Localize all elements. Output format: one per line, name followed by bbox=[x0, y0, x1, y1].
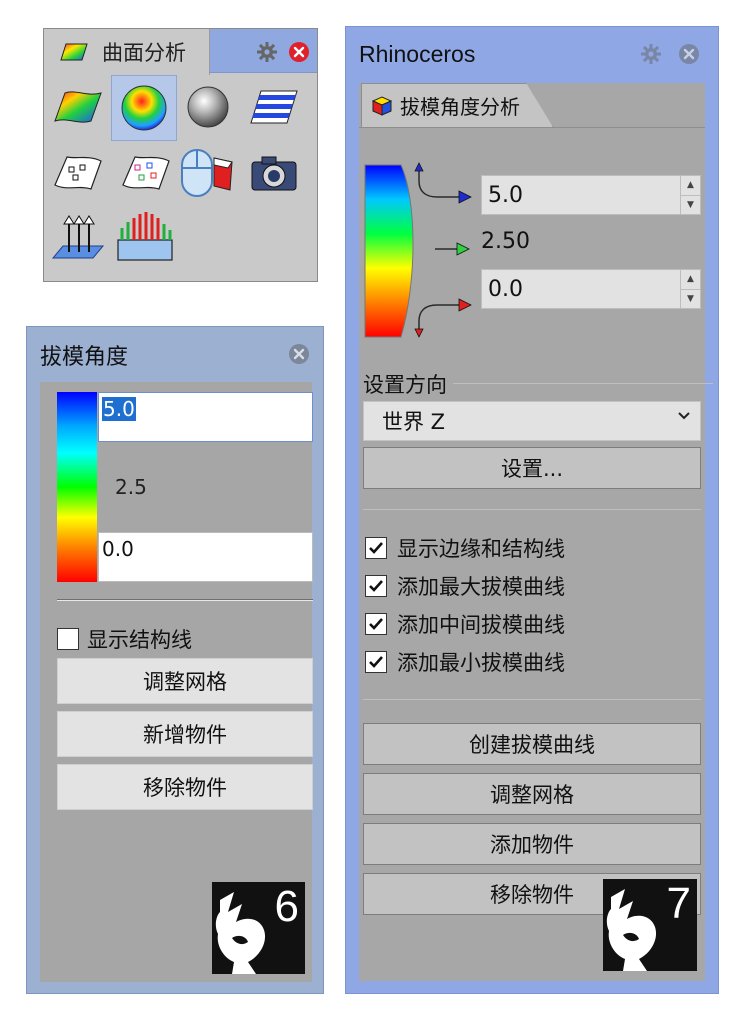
max-angle-spinner[interactable]: 5.0 ▲ ▼ bbox=[481, 175, 701, 215]
logo-version: 7 bbox=[666, 879, 691, 928]
checkbox-box bbox=[57, 628, 79, 650]
min-angle-input[interactable]: 0.0 bbox=[98, 532, 313, 582]
tab-underline bbox=[359, 127, 705, 128]
min-angle-value: 0.0 bbox=[102, 537, 134, 561]
points-on-surface-icon bbox=[54, 156, 102, 190]
max-angle-value: 5.0 bbox=[488, 182, 523, 208]
panel-body: 拔模角度分析 5.0 ▲ ▼ 2.50 0.0 ▲ ▼ 设置方向 世界 Z 设置… bbox=[359, 83, 713, 981]
section-divider bbox=[363, 699, 701, 700]
checkmark-icon bbox=[369, 580, 383, 592]
spin-down-icon[interactable]: ▼ bbox=[681, 288, 700, 309]
min-angle-value: 0.0 bbox=[488, 276, 523, 302]
chevron-down-icon bbox=[678, 412, 690, 420]
adjust-mesh-button[interactable]: 调整网格 bbox=[363, 773, 701, 815]
tool-points-on-surface[interactable] bbox=[48, 145, 108, 201]
add-mid-draft-curve-checkbox[interactable]: 添加中间拔模曲线 bbox=[365, 609, 565, 639]
color-scale-bar bbox=[364, 162, 472, 338]
checkmark-icon bbox=[369, 656, 383, 668]
toolbar-tabstrip: 曲面分析 bbox=[44, 29, 317, 75]
zebra-curvature-icon bbox=[54, 91, 102, 123]
draft-angle-panel-rhino6: 拔模角度 5.0 2.5 0.0 显示结构线 调整网格 新增物件 移除物件 6 bbox=[26, 326, 324, 994]
draft-cube-icon bbox=[371, 95, 393, 116]
add-max-draft-curve-checkbox[interactable]: 添加最大拔模曲线 bbox=[365, 571, 565, 601]
toolbar-tab-surface-analysis[interactable]: 曲面分析 bbox=[44, 29, 210, 75]
spinner-arrows: ▲ ▼ bbox=[680, 270, 700, 308]
rhino-6-logo: 6 bbox=[212, 882, 305, 974]
camera-icon bbox=[251, 156, 297, 191]
remove-object-button[interactable]: 移除物件 bbox=[57, 764, 313, 810]
tool-surface-normals[interactable] bbox=[48, 209, 108, 265]
add-object-button[interactable]: 新增物件 bbox=[57, 711, 313, 757]
spin-down-icon[interactable]: ▼ bbox=[681, 194, 700, 215]
logo-version: 6 bbox=[274, 882, 299, 931]
spin-up-icon[interactable]: ▲ bbox=[681, 270, 700, 289]
section-divider bbox=[363, 509, 701, 510]
zebra-stripes-icon bbox=[250, 90, 298, 124]
checkbox-box bbox=[365, 613, 387, 635]
tool-curvature-sphere[interactable] bbox=[111, 75, 177, 141]
tool-zebra-curvature[interactable] bbox=[48, 79, 108, 135]
mid-angle-value: 2.5 bbox=[115, 475, 147, 499]
close-icon[interactable] bbox=[288, 343, 310, 365]
checkmark-icon bbox=[369, 618, 383, 630]
checkbox-label: 添加中间拔模曲线 bbox=[397, 613, 565, 637]
set-direction-button[interactable]: 设置... bbox=[363, 447, 701, 489]
tool-draft-angle[interactable] bbox=[178, 145, 238, 201]
panel-title: 拔模角度 bbox=[40, 345, 129, 370]
environment-map-icon bbox=[187, 86, 229, 128]
checkbox-label: 显示边缘和结构线 bbox=[397, 537, 565, 561]
tool-edge-points[interactable] bbox=[116, 145, 176, 201]
curvature-sphere-icon bbox=[121, 85, 167, 131]
surface-analysis-toolbar: 曲面分析 bbox=[43, 28, 318, 282]
spinner-arrows: ▲ ▼ bbox=[680, 176, 700, 214]
rhino-7-logo: 7 bbox=[603, 879, 697, 971]
tab-label: 拔模角度分析 bbox=[400, 95, 520, 119]
surface-normals-icon bbox=[51, 215, 105, 259]
show-isocurves-label: 显示结构线 bbox=[87, 628, 192, 652]
tool-thickness-analysis[interactable] bbox=[112, 209, 178, 265]
tab-draft-angle-analysis[interactable]: 拔模角度分析 bbox=[361, 83, 553, 127]
show-isocurves-checkbox[interactable]: 显示结构线 bbox=[57, 624, 192, 654]
edge-points-icon bbox=[122, 156, 170, 190]
color-scale-bar bbox=[57, 392, 97, 582]
checkbox-box bbox=[365, 537, 387, 559]
mid-angle-value: 2.50 bbox=[481, 229, 530, 254]
spin-up-icon[interactable]: ▲ bbox=[681, 176, 700, 195]
checkbox-label: 添加最大拔模曲线 bbox=[397, 575, 565, 599]
divider-highlight bbox=[57, 600, 313, 601]
checkbox-box bbox=[365, 651, 387, 673]
create-draft-curves-button[interactable]: 创建拔模曲线 bbox=[363, 723, 701, 765]
direction-value: 世界 Z bbox=[382, 410, 446, 434]
direction-section-label: 设置方向 bbox=[363, 369, 453, 399]
add-object-button[interactable]: 添加物件 bbox=[363, 823, 701, 865]
checkmark-icon bbox=[369, 542, 383, 554]
show-edges-isocurves-checkbox[interactable]: 显示边缘和结构线 bbox=[365, 533, 565, 563]
checkbox-box bbox=[365, 575, 387, 597]
close-icon[interactable] bbox=[678, 43, 700, 65]
gear-icon[interactable] bbox=[256, 41, 278, 63]
tool-environment-map[interactable] bbox=[178, 79, 238, 135]
panel-title: Rhinoceros bbox=[359, 41, 476, 67]
max-angle-input[interactable]: 5.0 bbox=[98, 392, 313, 442]
gear-icon[interactable] bbox=[640, 43, 662, 65]
tool-camera[interactable] bbox=[244, 145, 304, 201]
tool-zebra-stripes[interactable] bbox=[244, 79, 304, 135]
direction-select[interactable]: 世界 Z bbox=[363, 401, 701, 441]
draft-angle-panel-rhino7: Rhinoceros 拔模角度分析 5.0 ▲ ▼ 2.50 0.0 ▲ ▼ 设… bbox=[345, 26, 719, 994]
close-icon[interactable] bbox=[288, 41, 310, 63]
panel-body: 5.0 2.5 0.0 显示结构线 调整网格 新增物件 移除物件 6 bbox=[40, 382, 313, 982]
max-angle-value: 5.0 bbox=[102, 397, 136, 421]
draft-angle-icon bbox=[181, 149, 233, 197]
surface-analysis-icon bbox=[60, 43, 88, 61]
checkbox-label: 添加最小拔模曲线 bbox=[397, 651, 565, 675]
min-angle-spinner[interactable]: 0.0 ▲ ▼ bbox=[481, 269, 701, 309]
toolbar-tab-label: 曲面分析 bbox=[102, 41, 186, 65]
thickness-analysis-icon bbox=[117, 212, 173, 261]
add-min-draft-curve-checkbox[interactable]: 添加最小拔模曲线 bbox=[365, 647, 565, 677]
adjust-mesh-button[interactable]: 调整网格 bbox=[57, 658, 313, 704]
